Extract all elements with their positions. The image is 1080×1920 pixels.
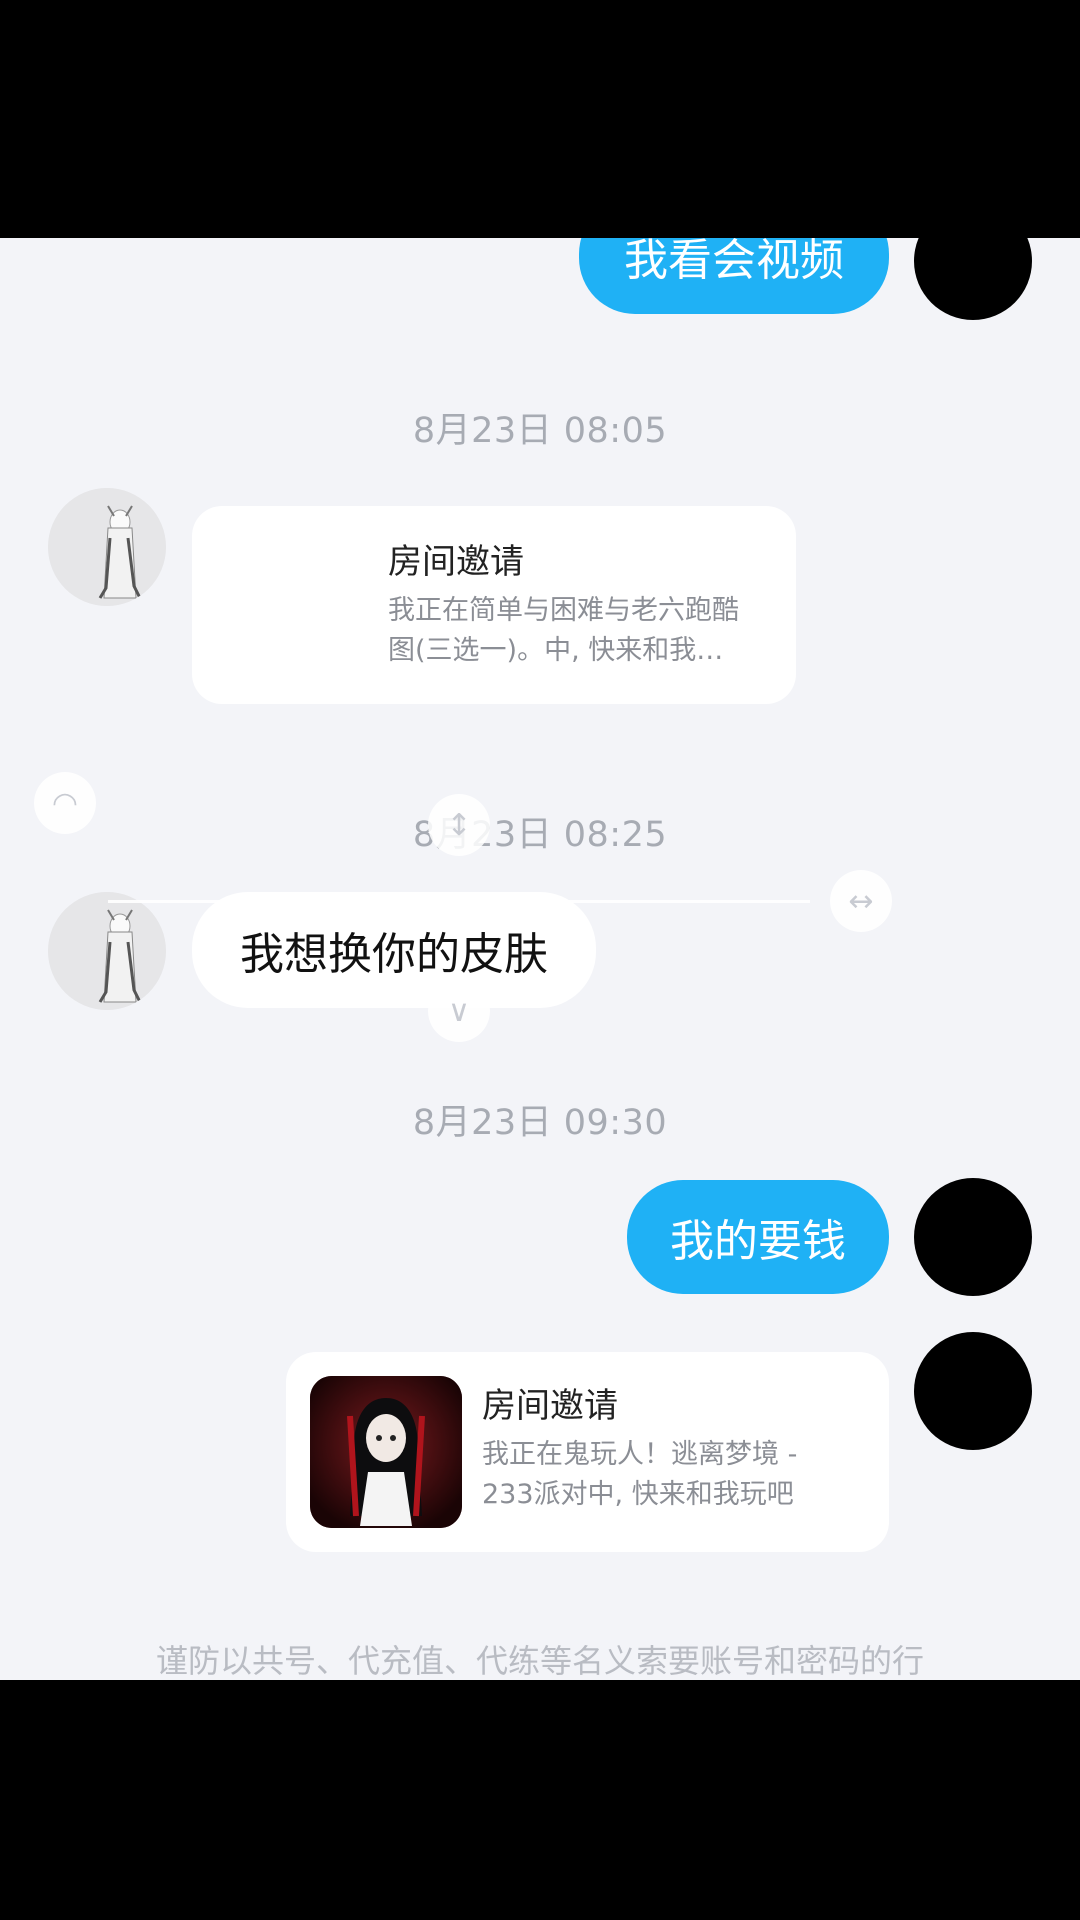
sent-bubble-text: 我的要钱 <box>670 1216 846 1267</box>
invite-desc-line2: 233派对中, 快来和我玩吧 <box>482 1479 794 1510</box>
invite-desc-line1: 我正在鬼玩人！逃离梦境 - <box>482 1439 798 1470</box>
resize-vertical-icon[interactable]: ↕ <box>428 794 490 856</box>
room-invite-card[interactable]: 房间邀请 我正在简单与困难与老六跑酷 图(三选一)。中, 快来和我… <box>192 506 796 704</box>
my-avatar[interactable] <box>914 1332 1032 1450</box>
selection-guide-line <box>108 900 810 903</box>
resize-horizontal-icon[interactable]: ↔ <box>830 870 892 932</box>
crop-corner-icon[interactable]: ◠ <box>34 772 96 834</box>
sent-bubble-top[interactable]: 我看会视频 <box>579 238 889 314</box>
safety-notice: 谨防以共号、代充值、代练等名义索要账号和密码的行 <box>155 1642 924 1680</box>
friend-avatar[interactable] <box>48 488 166 606</box>
my-avatar[interactable] <box>914 1178 1032 1296</box>
anime-character-icon <box>48 892 166 1010</box>
timestamp: 8月23日 08:25 <box>412 815 668 855</box>
timestamp: 8月23日 08:05 <box>412 411 668 451</box>
friend-avatar[interactable] <box>48 892 166 1010</box>
invite-title: 房间邀请 <box>482 1386 618 1426</box>
invite-title: 房间邀请 <box>388 542 524 582</box>
invite-desc-line1: 我正在简单与困难与老六跑酷 <box>388 595 739 626</box>
game-thumbnail <box>310 1376 462 1528</box>
received-bubble-text: 我想换你的皮肤 <box>240 929 548 980</box>
chat-area: 我看会视频 8月23日 08:05 房间邀请 我正在简单与困难与老六跑酷 图(三… <box>0 238 1080 1680</box>
game-character-image <box>310 1376 462 1528</box>
invite-desc-line2: 图(三选一)。中, 快来和我… <box>388 635 724 666</box>
timestamp: 8月23日 09:30 <box>412 1103 668 1143</box>
sent-bubble[interactable]: 我的要钱 <box>627 1180 889 1294</box>
received-bubble[interactable]: 我想换你的皮肤 <box>192 892 596 1008</box>
chevrons-down-icon[interactable]: ∨ <box>428 980 490 1042</box>
sent-bubble-top-text: 我看会视频 <box>624 238 844 286</box>
room-invite-card[interactable]: 房间邀请 我正在鬼玩人！逃离梦境 - 233派对中, 快来和我玩吧 <box>286 1352 889 1552</box>
my-avatar[interactable] <box>914 238 1032 320</box>
anime-character-icon <box>48 488 166 606</box>
